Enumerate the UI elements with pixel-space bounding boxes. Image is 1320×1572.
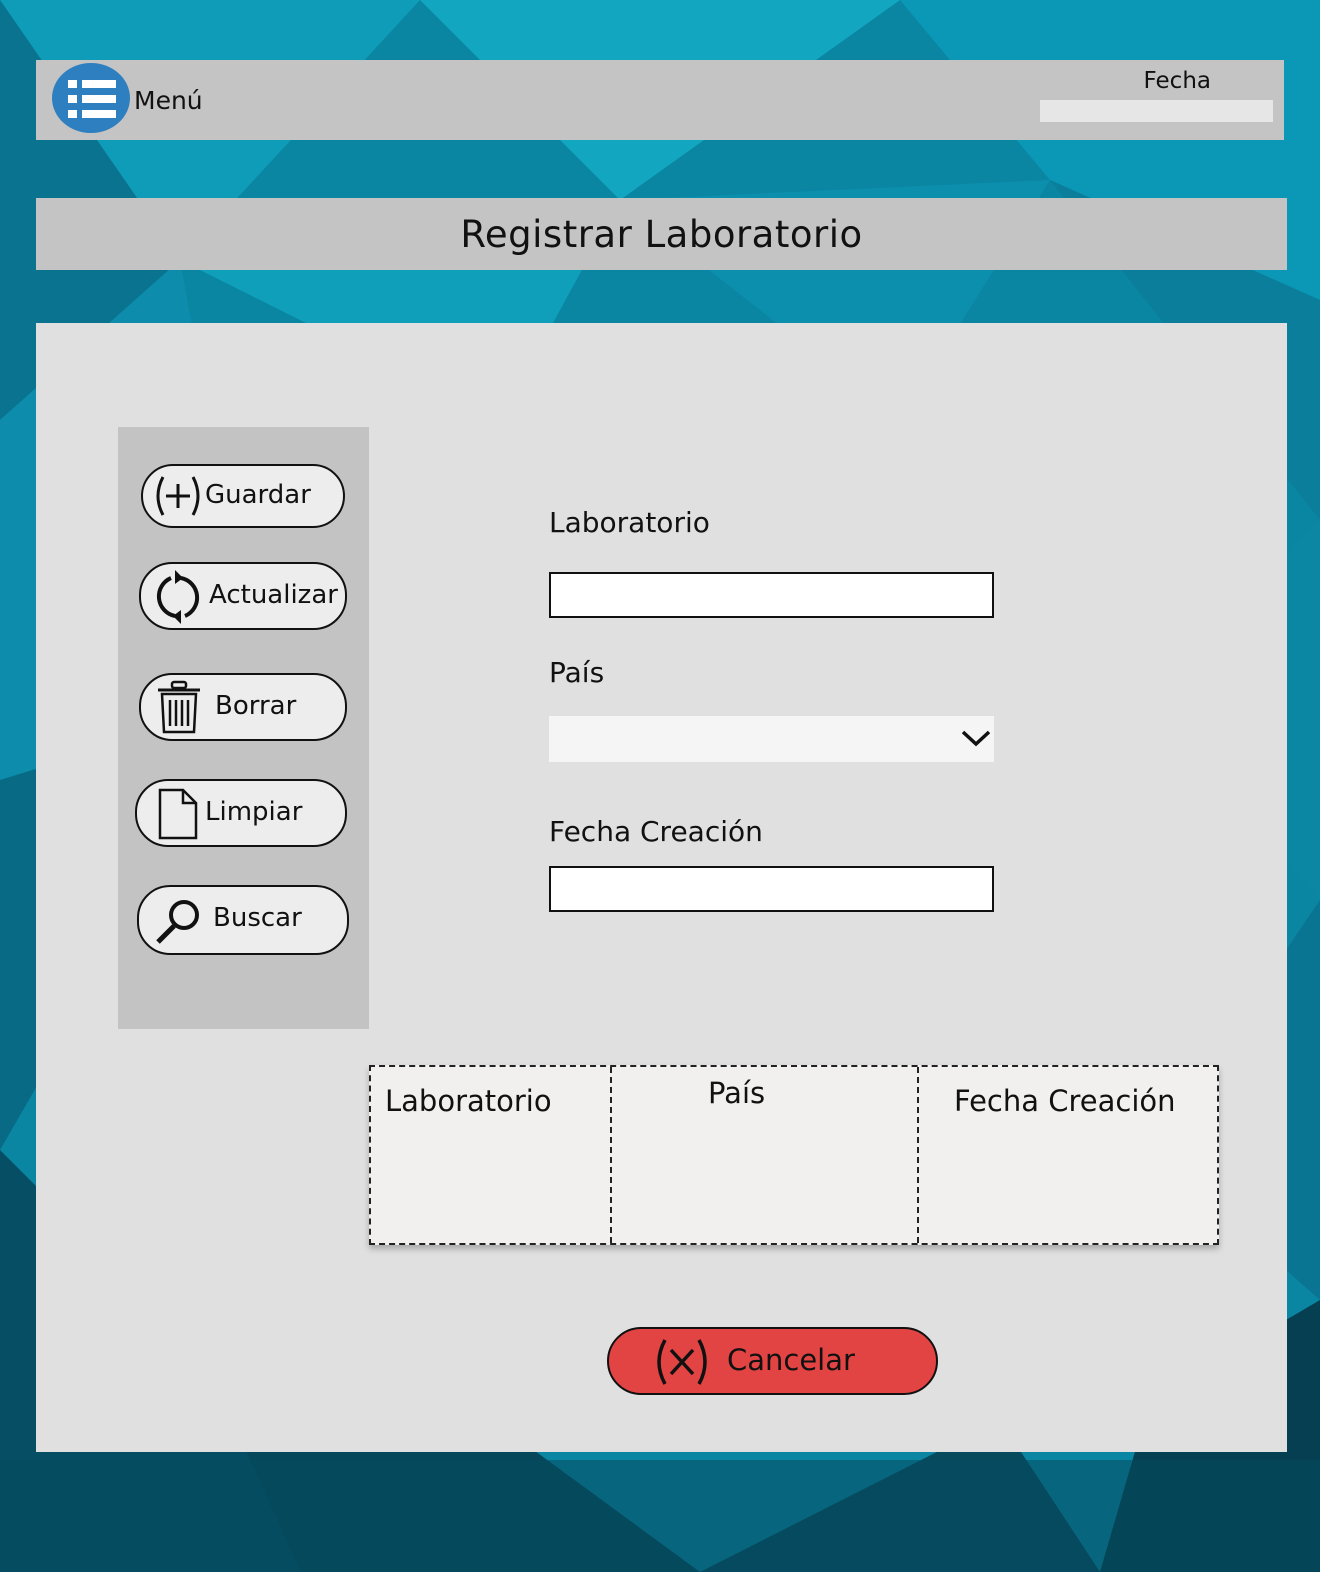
clear-button[interactable]: Limpiar: [135, 779, 347, 847]
laboratorio-label: Laboratorio: [549, 506, 710, 539]
column-header-fecha-creacion: Fecha Creación: [954, 1084, 1176, 1118]
column-divider: [917, 1067, 919, 1243]
save-button[interactable]: Guardar: [141, 464, 345, 528]
document-icon: [158, 788, 198, 840]
laboratorio-input[interactable]: [549, 572, 994, 618]
cancel-button[interactable]: Cancelar: [607, 1327, 938, 1395]
trash-icon: [158, 680, 200, 734]
search-label: Buscar: [213, 903, 302, 933]
delete-button[interactable]: Borrar: [139, 673, 347, 741]
action-sidebar: Guardar Actualizar Borrar Limpiar Buscar: [118, 427, 369, 1029]
pais-select[interactable]: [549, 716, 994, 762]
date-label: Fecha: [1143, 68, 1211, 94]
delete-label: Borrar: [215, 691, 297, 721]
search-button[interactable]: Buscar: [137, 885, 349, 955]
menu-button[interactable]: [52, 63, 130, 133]
update-button[interactable]: Actualizar: [139, 562, 347, 630]
chevron-down-icon: [961, 730, 991, 747]
fecha-creacion-label: Fecha Creación: [549, 815, 763, 848]
pais-label: País: [549, 656, 605, 689]
title-bar: Registrar Laboratorio: [36, 198, 1287, 270]
search-icon: [156, 900, 199, 944]
fecha-creacion-input[interactable]: [549, 866, 994, 912]
plus-circle-icon: [156, 476, 200, 516]
menu-label: Menú: [134, 86, 203, 115]
clear-label: Limpiar: [205, 797, 303, 827]
column-header-laboratorio: Laboratorio: [385, 1084, 552, 1118]
save-label: Guardar: [205, 480, 311, 510]
x-circle-icon: [657, 1339, 707, 1385]
top-bar: Menú Fecha: [36, 60, 1284, 140]
list-icon: [68, 80, 116, 118]
date-field[interactable]: [1040, 100, 1273, 122]
refresh-icon: [156, 570, 200, 624]
page-title: Registrar Laboratorio: [460, 212, 863, 256]
update-label: Actualizar: [209, 580, 338, 610]
column-divider: [610, 1067, 612, 1243]
results-table: Laboratorio País Fecha Creación: [369, 1065, 1219, 1245]
column-header-pais: País: [708, 1076, 766, 1110]
cancel-label: Cancelar: [727, 1343, 855, 1377]
